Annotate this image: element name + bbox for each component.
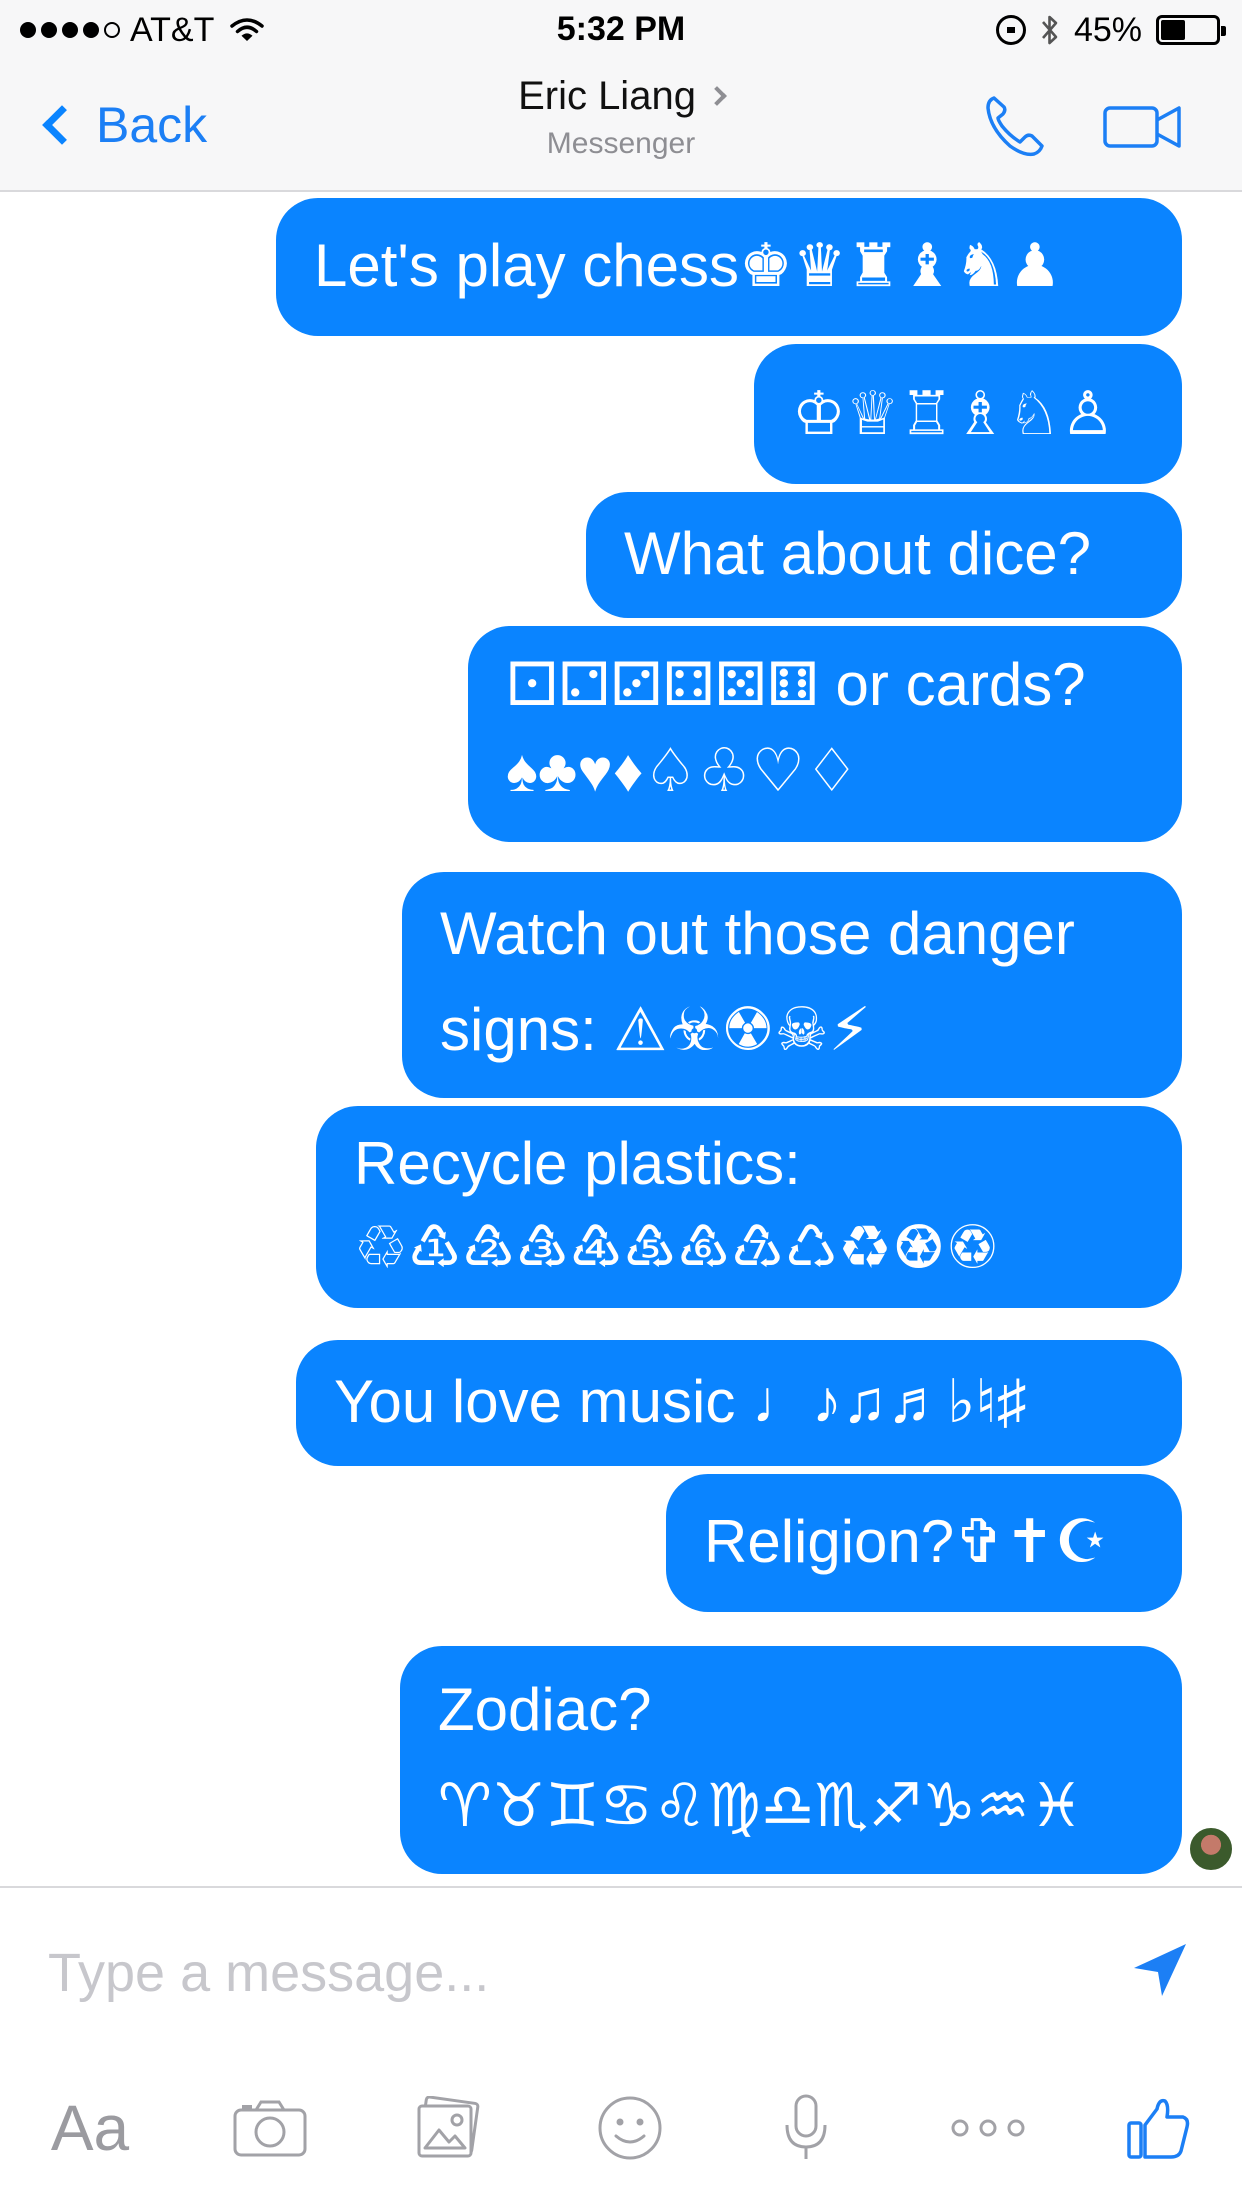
message-text: ♲♳♴♵♶♷♸♹♺♻♼♽ [354, 1214, 1000, 1281]
camera-icon [233, 2100, 307, 2157]
avatar[interactable] [1188, 1826, 1234, 1872]
send-icon[interactable] [1128, 1938, 1192, 2002]
more-button[interactable] [940, 2078, 1036, 2178]
battery-percent: 45% [1073, 10, 1142, 49]
video-camera-icon[interactable] [1102, 98, 1182, 154]
message-text: Recycle plastics: [354, 1130, 801, 1197]
composer-toolbar: Aa [0, 2078, 1242, 2188]
gallery-button[interactable] [400, 2078, 496, 2178]
message-text: ♈♉♊♋♌♍♎♏♐♑♒♓ [438, 1772, 1084, 1839]
message-input[interactable] [48, 1928, 1108, 2018]
message-bubble[interactable]: Zodiac? ♈♉♊♋♌♍♎♏♐♑♒♓ [400, 1646, 1182, 1874]
emoji-icon [598, 2096, 662, 2160]
camera-button[interactable] [222, 2078, 318, 2178]
message-text: What about dice? [624, 520, 1091, 587]
message-bubble[interactable]: Recycle plastics: ♲♳♴♵♶♷♸♹♺♻♼♽ [316, 1106, 1182, 1308]
phone-icon[interactable] [980, 90, 1050, 160]
text-format-button[interactable]: Aa [40, 2078, 140, 2178]
message-bubble[interactable]: You love music ♩♪♫♬♭♮♯ [296, 1340, 1182, 1466]
bluetooth-icon [1041, 15, 1058, 45]
message-text: ♠♣♥♦♤♧♡♢ [506, 737, 859, 804]
message-text: Religion?✞✝☪ [704, 1508, 1109, 1575]
message-text: ♔♕♖♗♘♙ [792, 380, 1115, 447]
chevron-right-icon [707, 86, 727, 106]
more-icon [951, 2119, 1025, 2137]
message-text: signs: ⚠☣☢☠⚡ [440, 996, 871, 1063]
thumbs-up-icon [1127, 2098, 1190, 2159]
message-bubble[interactable]: Let's play chess♚♛♜♝♞♟ [276, 198, 1182, 336]
battery-level-fill [1161, 20, 1186, 40]
message-list[interactable]: Let's play chess♚♛♜♝♞♟ ♔♕♖♗♘♙ What about… [0, 194, 1242, 1886]
message-bubble[interactable]: ⚀⚁⚂⚃⚄⚅ or cards? ♠♣♥♦♤♧♡♢ [468, 626, 1182, 842]
message-bubble[interactable]: What about dice? [586, 492, 1182, 618]
orientation-lock-icon [995, 15, 1026, 45]
message-text: Watch out those danger [440, 900, 1075, 967]
message-bubble[interactable]: Religion?✞✝☪ [666, 1474, 1182, 1612]
conversation-header: Back Eric Liang Messenger [0, 60, 1242, 192]
message-text: ⚀⚁⚂⚃⚄⚅ or cards? [506, 651, 1086, 718]
voice-button[interactable] [758, 2078, 854, 2178]
like-button[interactable] [1110, 2078, 1206, 2178]
composer: Aa [0, 1886, 1242, 2208]
status-right: 45% [995, 10, 1226, 50]
battery-icon [1156, 15, 1226, 45]
conversation-title-area[interactable]: Eric Liang Messenger [0, 74, 1242, 161]
conversation-subtitle: Messenger [546, 127, 696, 160]
message-text: Let's play chess♚♛♜♝♞♟ [314, 232, 1062, 299]
photo-gallery-icon [417, 2096, 480, 2158]
contact-name: Eric Liang [518, 74, 696, 118]
message-text: You love music ♩♪♫♬♭♮♯ [334, 1368, 1027, 1435]
message-text: Zodiac? [438, 1676, 652, 1743]
microphone-icon [785, 2094, 827, 2159]
message-bubble[interactable]: ♔♕♖♗♘♙ [754, 344, 1182, 484]
status-bar: AT&T 5:32 PM 45% [0, 0, 1242, 60]
emoji-button[interactable] [582, 2078, 678, 2178]
message-bubble[interactable]: Watch out those danger signs: ⚠☣☢☠⚡ [402, 872, 1182, 1098]
text-format-icon: Aa [50, 2092, 130, 2164]
